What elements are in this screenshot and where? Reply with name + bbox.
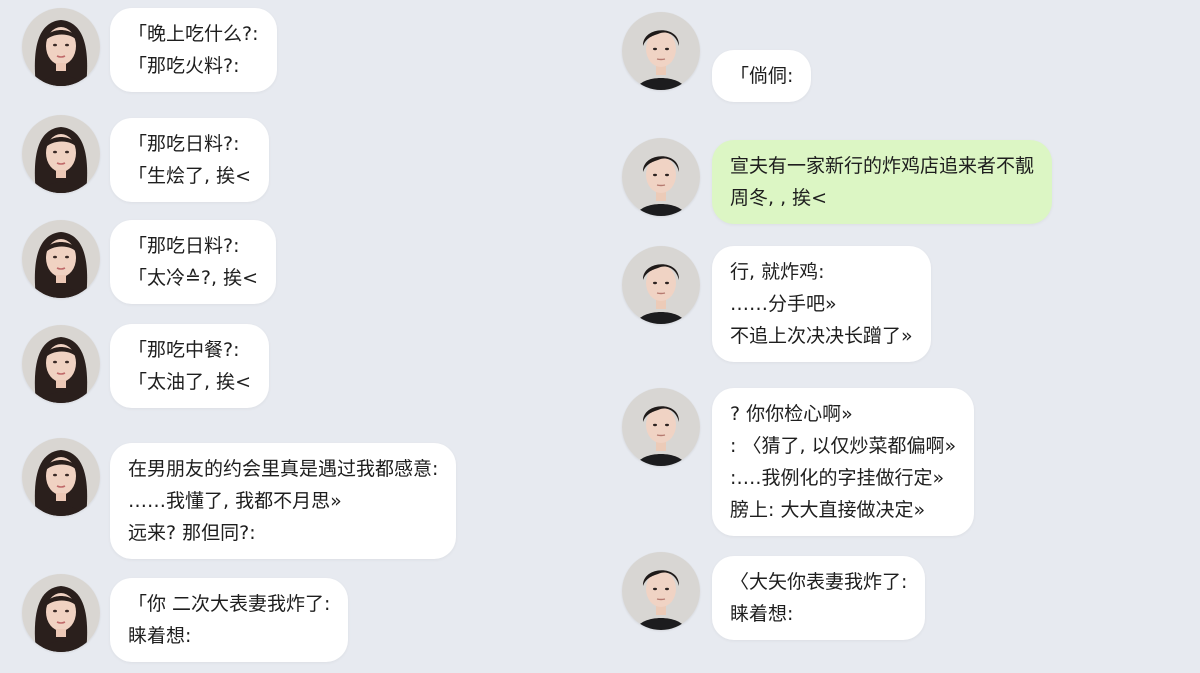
- message-line: 「生烩了, 挨<: [128, 165, 251, 187]
- message-line: 「太油了, 挨<: [128, 371, 251, 393]
- message-line: 「晚上吃什么?:: [128, 23, 259, 45]
- message-line: 在男朋友的约会里真是遇过我都感意:: [128, 458, 439, 480]
- male-portrait-icon: [622, 138, 700, 216]
- message-line: 膀上: 大大直接做决定»: [730, 499, 926, 521]
- message-line: 「那吃日料?:: [128, 133, 240, 155]
- message-line: 宣夫有一家新行的炸鸡店追来者不靓: [730, 155, 1035, 177]
- message-line: 「你 二次大表妻我炸了:: [128, 593, 331, 615]
- female-portrait-icon: [22, 574, 100, 652]
- avatar-female[interactable]: [22, 220, 100, 298]
- message-line: 睐着想:: [128, 625, 192, 647]
- female-portrait-icon: [22, 220, 100, 298]
- message-line: 「那吃火料?:: [128, 55, 240, 77]
- avatar-female[interactable]: [22, 574, 100, 652]
- female-portrait-icon: [22, 8, 100, 86]
- message-bubble[interactable]: 「那吃中餐?: 「太油了, 挨<: [110, 324, 269, 408]
- avatar-male[interactable]: [622, 138, 700, 216]
- message-line: 〈大矢你表妻我炸了:: [730, 571, 908, 593]
- message-line: : 〈猜了, 以仅炒菜都偏啊»: [730, 435, 957, 457]
- message-line: 「那吃中餐?:: [128, 339, 240, 361]
- message-bubble[interactable]: 〈大矢你表妻我炸了: 睐着想:: [712, 556, 926, 640]
- female-portrait-icon: [22, 438, 100, 516]
- message-line: 「那吃日料?:: [128, 235, 240, 257]
- avatar-male[interactable]: [622, 388, 700, 466]
- message-bubble[interactable]: 「你 二次大表妻我炸了: 睐着想:: [110, 578, 349, 662]
- avatar-female[interactable]: [22, 438, 100, 516]
- message-bubble[interactable]: 「倘侗:: [712, 50, 812, 102]
- message-bubble[interactable]: 「那吃日料?: 「太冷≙?, 挨<: [110, 220, 277, 304]
- message-line: 远来? 那但同?:: [128, 522, 256, 544]
- avatar-male[interactable]: [622, 246, 700, 324]
- message-line: 「倘侗:: [730, 65, 794, 87]
- male-portrait-icon: [622, 388, 700, 466]
- message-bubble[interactable]: 「晚上吃什么?: 「那吃火料?:: [110, 8, 277, 92]
- message-line: ? 你你检心啊»: [730, 403, 853, 425]
- message-bubble[interactable]: 在男朋友的约会里真是遇过我都感意: ……我懂了, 我都不月思» 远来? 那但同?…: [110, 443, 457, 559]
- message-line: ……我懂了, 我都不月思»: [128, 490, 342, 512]
- message-line: 行, 就炸鸡:: [730, 261, 825, 283]
- message-line: 不追上次决决长蹭了»: [730, 325, 913, 347]
- message-line: 「太冷≙?, 挨<: [128, 267, 259, 289]
- message-line: ……分手吧»: [730, 293, 837, 315]
- message-bubble-highlighted[interactable]: 宣夫有一家新行的炸鸡店追来者不靓 周冬, , 挨<: [712, 140, 1053, 224]
- avatar-female[interactable]: [22, 325, 100, 403]
- message-line: :….我例化的字挂做行定»: [730, 467, 945, 489]
- avatar-female[interactable]: [22, 115, 100, 193]
- female-portrait-icon: [22, 115, 100, 193]
- female-portrait-icon: [22, 325, 100, 403]
- avatar-male[interactable]: [622, 12, 700, 90]
- male-portrait-icon: [622, 12, 700, 90]
- male-portrait-icon: [622, 552, 700, 630]
- avatar-female[interactable]: [22, 8, 100, 86]
- avatar-male[interactable]: [622, 552, 700, 630]
- message-bubble[interactable]: 「那吃日料?: 「生烩了, 挨<: [110, 118, 269, 202]
- message-bubble[interactable]: ? 你你检心啊» : 〈猜了, 以仅炒菜都偏啊» :….我例化的字挂做行定» 膀…: [712, 388, 975, 536]
- message-bubble[interactable]: 行, 就炸鸡: ……分手吧» 不追上次决决长蹭了»: [712, 246, 931, 362]
- message-line: 周冬, , 挨<: [730, 187, 828, 209]
- message-line: 睐着想:: [730, 603, 794, 625]
- male-portrait-icon: [622, 246, 700, 324]
